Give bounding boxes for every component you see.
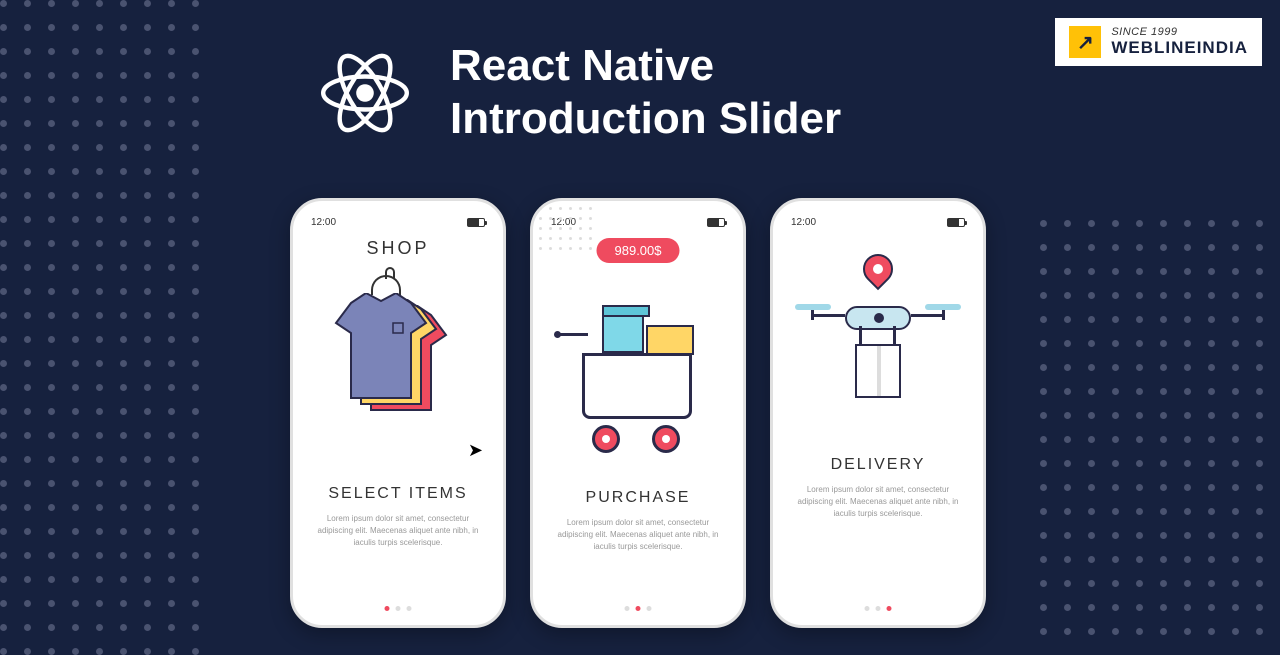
page-dot[interactable] [407, 606, 412, 611]
pagination [865, 606, 892, 611]
wheel-icon [652, 425, 680, 453]
arrow-icon: ↗ [1069, 26, 1101, 58]
brand-badge: ↗ SINCE 1999 WEBLINEINDIA [1055, 18, 1262, 66]
wheel-icon [592, 425, 620, 453]
slide-description: Lorem ipsum dolor sit amet, consectetur … [307, 513, 489, 549]
phone-mockups: 12:00 SHOP ➤ SELECT ITEMS Lorem ipsum do… [290, 198, 986, 628]
page-dot[interactable] [865, 606, 870, 611]
phone-shop: 12:00 SHOP ➤ SELECT ITEMS Lorem ipsum do… [290, 198, 506, 628]
status-bar: 12:00 [307, 217, 489, 228]
title-line-1: React Native [450, 40, 841, 93]
slide-title: SELECT ITEMS [307, 485, 489, 503]
phone-delivery: 12:00 DELIVERY Lorem ipsum dolor sit ame… [770, 198, 986, 628]
status-bar: 12:00 [787, 217, 969, 228]
shop-header: SHOP [307, 238, 489, 259]
tshirt-icon [331, 293, 431, 403]
cart-icon [582, 353, 692, 419]
badge-since: SINCE 1999 [1111, 26, 1248, 38]
page-dot[interactable] [396, 606, 401, 611]
badge-name: WEBLINEINDIA [1111, 38, 1248, 58]
decorative-dots-right [1040, 220, 1280, 640]
react-logo-icon [310, 38, 420, 148]
shop-illustration: ➤ [307, 267, 489, 467]
title-line-2: Introduction Slider [450, 93, 841, 146]
page-dot[interactable] [887, 606, 892, 611]
page-dot[interactable] [385, 606, 390, 611]
slide-description: Lorem ipsum dolor sit amet, consectetur … [547, 517, 729, 553]
decorative-dots-left [0, 0, 220, 640]
drone-icon [845, 306, 911, 330]
cursor-icon: ➤ [468, 440, 483, 461]
drone-illustration [787, 238, 969, 438]
decorative-dots [539, 207, 599, 257]
slide-title: PURCHASE [547, 489, 729, 507]
cart-handle [560, 333, 588, 336]
page-dot[interactable] [625, 606, 630, 611]
slide-title: DELIVERY [787, 456, 969, 474]
price-badge: 989.00$ [597, 238, 680, 263]
box-icon [646, 325, 694, 355]
pagination [625, 606, 652, 611]
pagination [385, 606, 412, 611]
slide-description: Lorem ipsum dolor sit amet, consectetur … [787, 484, 969, 520]
page-dot[interactable] [876, 606, 881, 611]
battery-icon [947, 218, 965, 227]
status-time: 12:00 [791, 217, 816, 228]
location-pin-icon [861, 254, 895, 298]
page-dot[interactable] [636, 606, 641, 611]
page-title: React Native Introduction Slider [450, 40, 841, 146]
battery-icon [707, 218, 725, 227]
package-icon [855, 344, 901, 398]
battery-icon [467, 218, 485, 227]
phone-purchase: 12:00 989.00$ PURCHASE Lorem ipsum dolor… [530, 198, 746, 628]
status-time: 12:00 [311, 217, 336, 228]
header: React Native Introduction Slider [310, 38, 841, 148]
hanger-icon [371, 275, 401, 295]
cart-illustration [547, 271, 729, 471]
box-icon [602, 311, 644, 353]
page-dot[interactable] [647, 606, 652, 611]
